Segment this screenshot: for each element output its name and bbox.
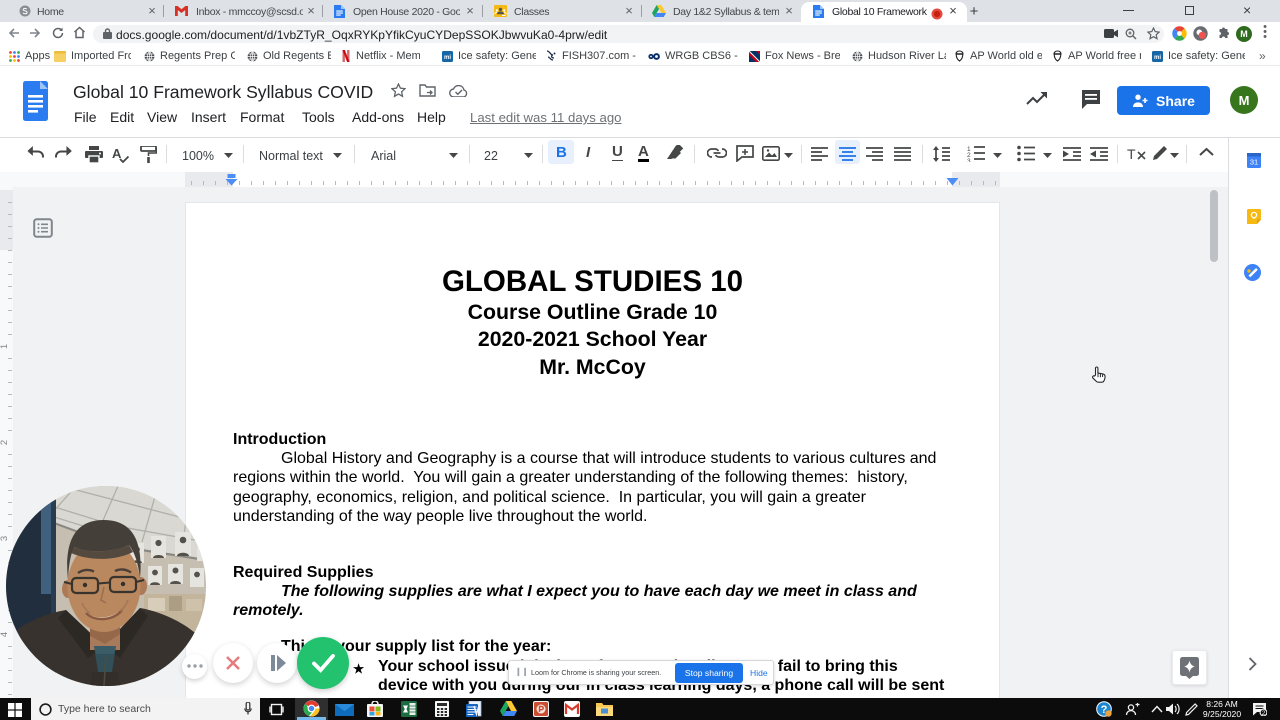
svg-text:mi: mi [1154,55,1161,61]
svg-text:mi: mi [444,55,451,61]
svg-text:T: T [1127,146,1136,162]
svg-text:3: 3 [967,158,971,162]
svg-text:2: 2 [1262,710,1266,716]
svg-text:31: 31 [1250,158,1258,167]
